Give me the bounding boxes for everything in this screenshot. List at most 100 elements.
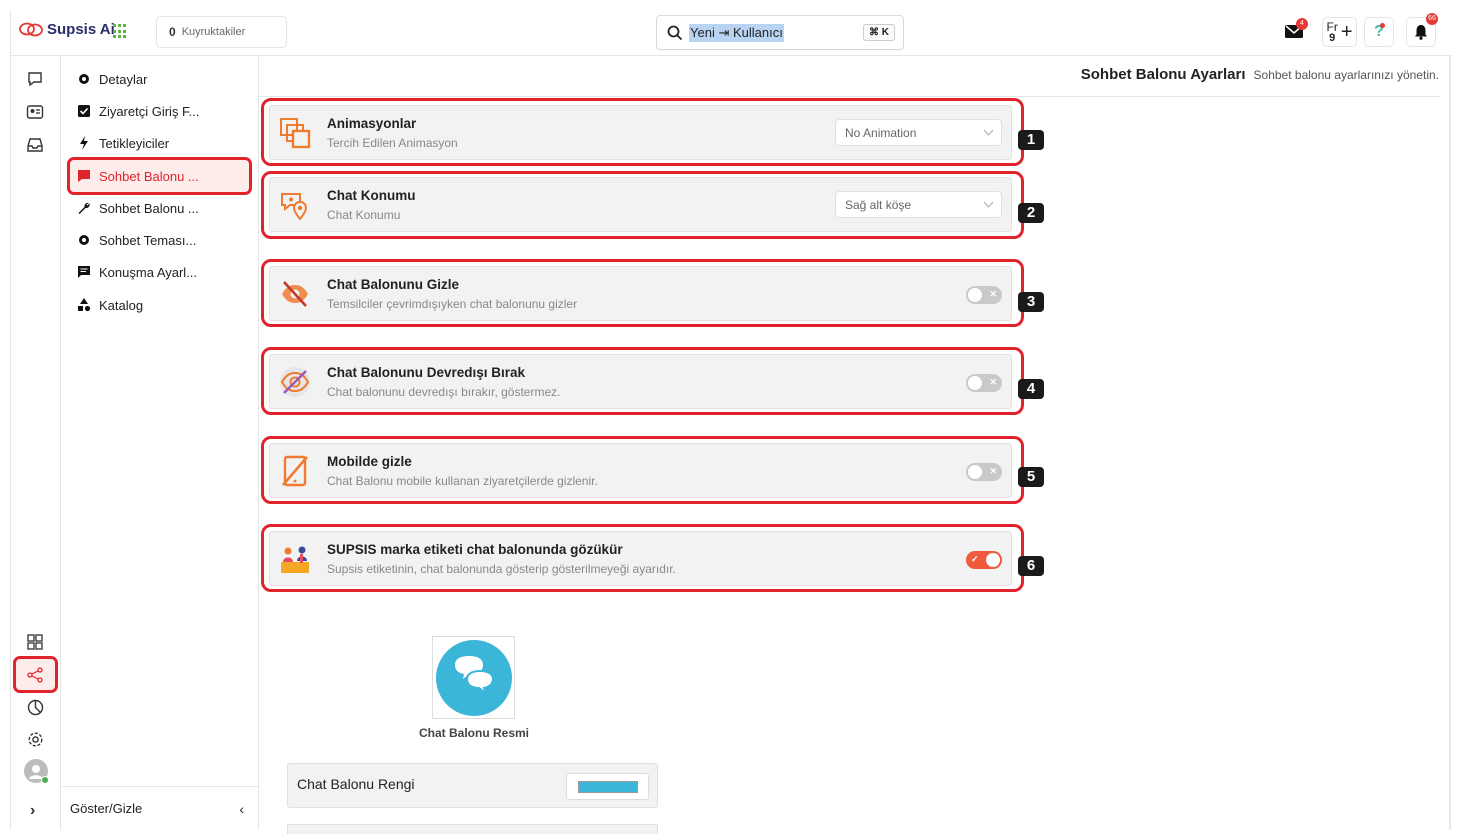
setting-title: SUPSIS marka etiketi chat balonunda gözü… [327, 542, 623, 557]
subnav-label: Sohbet Balonu ... [99, 200, 199, 216]
subnav-label: Katalog [99, 297, 144, 313]
dashboard-grid-icon [27, 634, 43, 650]
mail-button[interactable]: 4 [1284, 18, 1308, 41]
top-bar: Supsis Ai 0 Kuyruktakiler Yeni ⇥ Kullanı… [11, 10, 1451, 56]
app-name: Supsis Ai [47, 21, 115, 38]
brand-tag-toggle[interactable]: ✓ [966, 551, 1002, 569]
rail-contacts[interactable] [23, 100, 47, 124]
chevron-down-icon [983, 197, 994, 208]
queue-label: Kuyruktakiler [181, 26, 246, 38]
gear-icon [76, 233, 91, 248]
rail-reports[interactable] [23, 695, 47, 719]
checkbox-icon [76, 104, 91, 119]
user-avatar[interactable] [24, 759, 49, 784]
subnav-item-katalog[interactable]: Katalog [76, 293, 252, 317]
setting-title: Mobilde gizle [327, 454, 412, 469]
toggle-sidebar-button[interactable]: Göster/Gizle ‹ [62, 786, 258, 830]
setting-description: Chat Konumu [327, 208, 401, 222]
setting-description: Supsis etiketinin, chat balonunda göster… [327, 562, 676, 576]
setting-description: Chat balonunu devredışı bırakır, gösterm… [327, 385, 561, 399]
queue-count: 0 [169, 25, 176, 39]
balloon-color-picker[interactable] [566, 773, 649, 800]
page-title: Sohbet Balonu Ayarları [1080, 66, 1246, 83]
subnav-item-ziyaretci-giris[interactable]: Ziyaretçi Giriş F... [76, 99, 252, 123]
language-sub: 9 [1329, 31, 1336, 44]
queue-counter[interactable]: 0 Kuyruktakiler [156, 16, 287, 48]
scrollbar[interactable] [1449, 56, 1451, 830]
settings-subnav: Detaylar Ziyaretçi Giriş F... Tetikleyic… [62, 56, 259, 830]
subnav-item-konusma-ayarlari[interactable]: Konuşma Ayarl... [76, 260, 252, 284]
setting-description: Chat Balonu mobile kullanan ziyaretçiler… [327, 474, 598, 488]
pie-chart-icon [27, 699, 43, 715]
search-shortcut: ⌘ K [863, 24, 895, 41]
hide-mobile-toggle[interactable]: ✕ [966, 463, 1002, 481]
plus-icon: + [1340, 21, 1353, 43]
rail-inbox[interactable] [23, 133, 47, 157]
next-setting-row [287, 824, 658, 834]
subnav-label: Tetikleyiciler [99, 135, 170, 151]
setting-hide-mobile: Mobilde gizle Chat Balonu mobile kullana… [269, 443, 1012, 498]
chevron-left-icon: ‹ [239, 800, 244, 817]
balloon-color-label: Chat Balonu Rengi [297, 776, 415, 792]
app-logo[interactable]: Supsis Ai [19, 21, 115, 38]
setting-disable-chat: Chat Balonunu Devredışı Bırak Chat balon… [269, 354, 1012, 409]
page-header: Sohbet Balonu Ayarları Sohbet balonu aya… [1081, 66, 1439, 83]
animation-icon [280, 118, 311, 149]
toggle-knob [986, 553, 1000, 567]
disable-chat-toggle[interactable]: ✕ [966, 374, 1002, 392]
bell-icon [1415, 25, 1427, 40]
main-content: Sohbet Balonu Ayarları Sohbet balonu aya… [260, 56, 1451, 834]
toggle-knob [968, 465, 982, 479]
subnav-label: Sohbet Balonu ... [99, 168, 199, 184]
setting-title: Animasyonlar [327, 116, 417, 131]
setting-title: Chat Balonunu Gizle [327, 277, 460, 292]
shapes-icon [76, 298, 91, 313]
step-badge: 5 [1018, 467, 1044, 487]
subnav-item-detaylar[interactable]: Detaylar [76, 67, 252, 91]
search-icon [667, 25, 683, 40]
help-button[interactable]: ? [1364, 17, 1394, 47]
settings-gear-icon [27, 731, 43, 747]
hide-chat-toggle[interactable]: ✕ [966, 286, 1002, 304]
online-status-dot [41, 776, 49, 784]
balloon-image-caption: Chat Balonu Resmi [418, 726, 529, 740]
setting-title: Chat Konumu [327, 188, 416, 203]
language-button[interactable]: Fr 9 + [1322, 17, 1357, 47]
rail-chats[interactable] [23, 67, 47, 91]
setting-animations: Animasyonlar Tercih Edilen Animasyon No … [269, 105, 1012, 160]
setting-title: Chat Balonunu Devredışı Bırak [327, 365, 526, 380]
step-badge: 3 [1018, 292, 1044, 312]
search-value: Yeni ⇥ Kullanıcı [689, 23, 784, 42]
balloon-color-row: Chat Balonu Rengi [287, 763, 658, 808]
chevron-right-icon: › [30, 802, 36, 819]
chat-bubble-icon [76, 169, 91, 184]
expand-rail-button[interactable]: › [30, 802, 35, 820]
subnav-item-tetikleyiciler[interactable]: Tetikleyiciler [76, 131, 252, 155]
step-badge: 1 [1018, 130, 1044, 150]
subnav-label: Sohbet Teması... [99, 232, 197, 248]
gear-icon [76, 72, 91, 87]
rail-dashboard[interactable] [23, 630, 47, 654]
location-chat-icon [281, 193, 308, 221]
chat-icon [28, 72, 42, 87]
apps-grid-icon[interactable] [113, 24, 128, 39]
select-value: Sağ alt köşe [845, 197, 912, 212]
subnav-item-sohbet-temasi[interactable]: Sohbet Teması... [76, 228, 252, 252]
wrench-icon [76, 201, 91, 216]
rail-settings[interactable] [23, 727, 47, 751]
notifications-button[interactable]: 66 [1406, 13, 1438, 47]
subnav-label: Detaylar [99, 71, 148, 87]
x-icon: ✕ [989, 289, 997, 299]
mobile-off-icon [282, 455, 308, 487]
subnav-item-sohbet-balonu-active[interactable]: Sohbet Balonu ... [76, 164, 252, 188]
header-divider [260, 96, 1440, 97]
search-input[interactable]: Yeni ⇥ Kullanıcı ⌘ K [656, 15, 904, 50]
position-select[interactable]: Sağ alt köşe [835, 191, 1002, 218]
animation-select[interactable]: No Animation [835, 119, 1002, 146]
app-frame: Supsis Ai 0 Kuyruktakiler Yeni ⇥ Kullanı… [10, 10, 1451, 834]
chat-balloon-image[interactable] [432, 636, 515, 719]
subnav-item-sohbet-balonu-2[interactable]: Sohbet Balonu ... [76, 196, 252, 220]
step-badge: 4 [1018, 379, 1044, 399]
icon-rail: › [11, 56, 61, 830]
rail-integrations[interactable] [23, 663, 47, 687]
